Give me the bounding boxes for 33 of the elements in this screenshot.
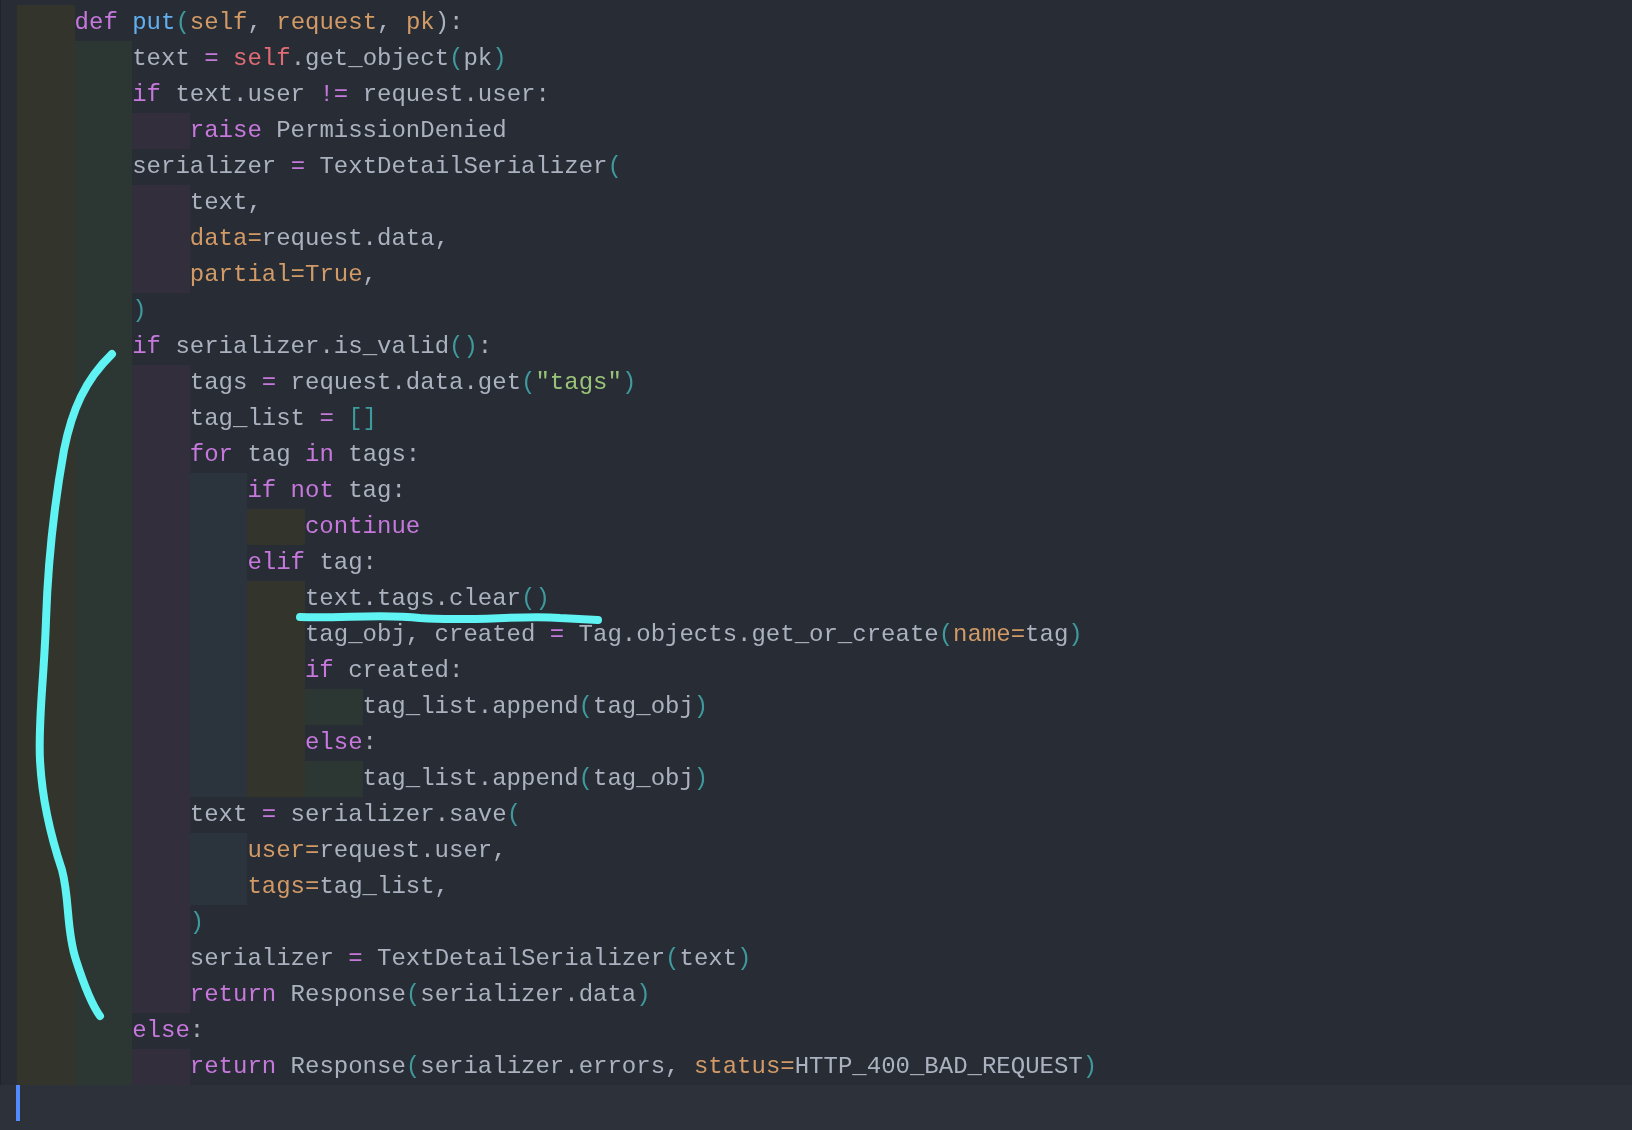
indent-guide xyxy=(247,581,305,617)
code-line: tag_obj, created = Tag.objects.get_or_create(name=tag) xyxy=(304,621,1083,649)
code-line: partial=True, xyxy=(189,261,377,289)
code-line: text = serializer.save( xyxy=(189,801,522,829)
code-line: else: xyxy=(132,1017,205,1045)
code-line: user=request.user, xyxy=(247,837,507,865)
code-line: if text.user != request.user: xyxy=(132,81,550,109)
code-line: return Response(serializer.data) xyxy=(189,981,651,1009)
code-line: for tag in tags: xyxy=(189,441,421,469)
code-line: data=request.data, xyxy=(189,225,450,253)
code-line: elif tag: xyxy=(247,549,377,577)
code-line: tag_list.append(tag_obj) xyxy=(362,765,709,793)
code-line: if not tag: xyxy=(247,477,406,505)
code-line: return Response(serializer.errors, status=HTTP_400_BAD_REQUEST) xyxy=(189,1053,1098,1081)
code-line: text, xyxy=(189,189,262,217)
code-line: text.tags.clear() xyxy=(304,585,550,613)
code-line: continue xyxy=(304,513,421,541)
code-line: tag_list = [] xyxy=(189,405,378,433)
code-line: ) xyxy=(189,909,205,937)
code-line: def put(self, request, pk): xyxy=(74,9,464,37)
indent-guide xyxy=(17,1049,75,1085)
code-line: ) xyxy=(132,297,147,325)
code-line: raise PermissionDenied xyxy=(189,117,507,145)
code-line: else: xyxy=(304,729,377,757)
code-line: serializer = TextDetailSerializer(text) xyxy=(189,945,752,973)
code-line: tag_list.append(tag_obj) xyxy=(362,693,709,721)
code-line: text = self.get_object(pk) xyxy=(132,45,507,73)
text-cursor xyxy=(16,1085,20,1121)
code-line: tags=tag_list, xyxy=(247,873,449,901)
code-line: tags = request.data.get("tags") xyxy=(189,369,637,397)
code-line: serializer = TextDetailSerializer( xyxy=(132,153,622,181)
code-line: if serializer.is_valid(): xyxy=(132,333,493,361)
code-line: if created: xyxy=(304,657,464,685)
